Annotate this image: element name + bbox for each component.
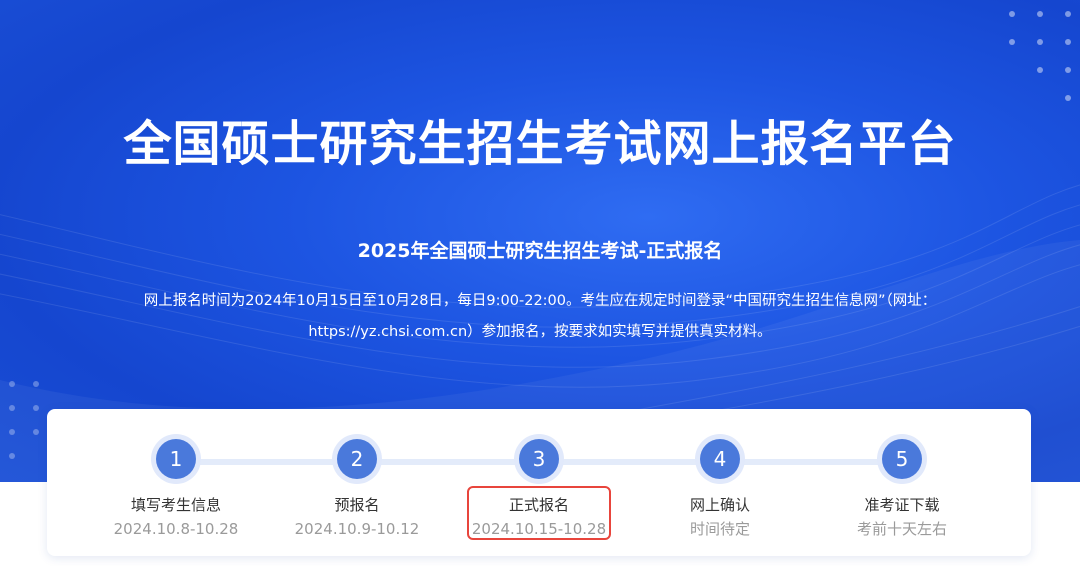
description-line-2: https://yz.chsi.com.cn）参加报名，按要求如实填写并提供真实… <box>308 324 772 340</box>
current-step-highlight <box>467 486 611 540</box>
step-number-badge: 4 <box>695 434 745 484</box>
step-number-badge: 2 <box>332 434 382 484</box>
step-5: 5 准考证下载 考前十天左右 <box>792 434 1012 539</box>
description-line-1: 网上报名时间为2024年10月15日至10月28日，每日9:00-22:00。考… <box>143 293 937 309</box>
page-title: 全国硕士研究生招生考试网上报名平台 <box>123 116 957 172</box>
step-label: 准考证下载 <box>864 496 940 514</box>
dot-grid-top-right <box>1009 11 1071 101</box>
registration-description: 网上报名时间为2024年10月15日至10月28日，每日9:00-22:00。考… <box>90 286 990 348</box>
page-subtitle: 2025年全国硕士研究生招生考试-正式报名 <box>357 240 723 262</box>
step-number-badge: 1 <box>151 434 201 484</box>
step-date: 考前十天左右 <box>856 520 947 538</box>
step-number-badge: 5 <box>877 434 927 484</box>
step-number-badge: 3 <box>514 434 564 484</box>
